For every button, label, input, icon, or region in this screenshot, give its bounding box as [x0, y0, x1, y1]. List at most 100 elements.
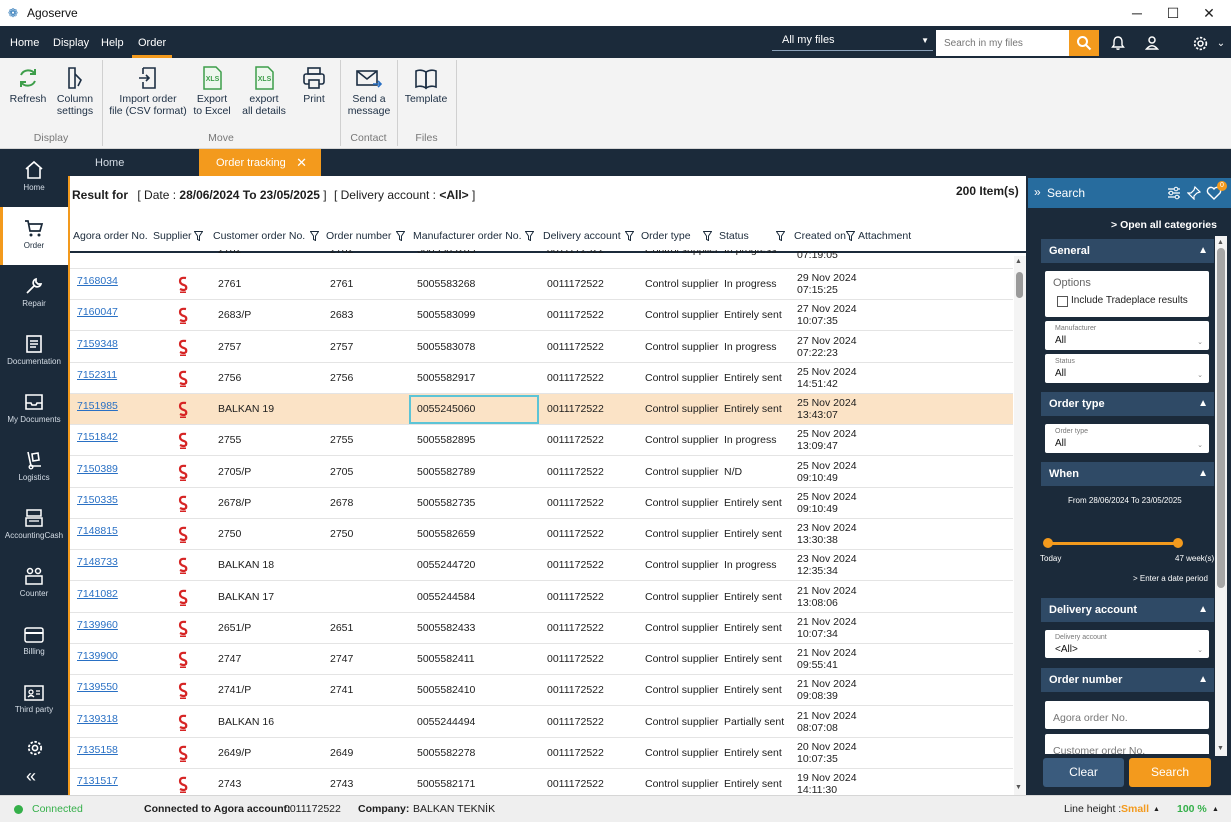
section-order-number[interactable]: Order number ▲ — [1041, 668, 1214, 692]
agora-order-link[interactable]: 7148733 — [77, 550, 118, 581]
agora-order-link[interactable]: 7159348 — [77, 332, 118, 363]
col-manufacturer-order[interactable]: Manufacturer order No. — [413, 224, 522, 251]
table-row[interactable]: 7159348 2757 2757 5005583078 0011172522 Contr… — [70, 332, 1013, 363]
nav-repair[interactable]: Repair — [0, 265, 68, 323]
pin-icon[interactable] — [1187, 186, 1201, 200]
chevron-up-icon[interactable]: ▲ — [1153, 796, 1160, 822]
col-attachment[interactable]: Attachment — [858, 224, 911, 251]
date-slider-end-handle[interactable] — [1173, 538, 1183, 548]
agora-order-link[interactable]: 7150389 — [77, 457, 118, 488]
import-order-button[interactable]: Import order file (CSV format) — [107, 58, 189, 130]
nav-logistics[interactable]: Logistics — [0, 439, 68, 497]
export-all-button[interactable]: XLS export all details — [239, 58, 289, 130]
filter-icon[interactable] — [703, 231, 712, 241]
menu-order[interactable]: Order — [131, 26, 173, 58]
agora-order-link[interactable]: 7160047 — [77, 300, 118, 331]
nav-my-documents[interactable]: My Documents — [0, 381, 68, 439]
order-type-select[interactable]: Order type All ⌄ — [1045, 424, 1209, 453]
agora-order-link[interactable]: 7150335 — [77, 488, 118, 519]
send-message-button[interactable]: Send a message — [345, 58, 393, 130]
settings-button[interactable] — [1188, 31, 1212, 55]
manufacturer-select[interactable]: Manufacturer All ⌄ — [1045, 321, 1209, 350]
close-tab-icon[interactable]: ✕ — [296, 149, 307, 177]
agora-order-link[interactable]: 7141082 — [77, 582, 118, 613]
refresh-button[interactable]: Refresh — [6, 58, 50, 130]
table-row[interactable]: 7148733 BALKAN 18 0055244720 0011172522 Cont… — [70, 550, 1013, 582]
table-row[interactable]: 7148815 2750 2750 5005582659 0011172522 Contr… — [70, 519, 1013, 550]
notifications-button[interactable] — [1106, 31, 1130, 55]
table-scrollbar-thumb[interactable] — [1016, 272, 1023, 298]
agora-order-link[interactable]: 7168034 — [77, 269, 118, 300]
collapse-nav-button[interactable]: « — [26, 767, 44, 786]
agora-order-link[interactable]: 7152311 — [77, 363, 117, 394]
nav-third-party[interactable]: Third party — [0, 671, 68, 729]
agora-order-link[interactable]: 7139318 — [77, 707, 118, 738]
col-agora-order[interactable]: Agora order No. — [73, 224, 148, 251]
table-row[interactable]: 7139318 BALKAN 16 0055244494 0011172522 Cont… — [70, 707, 1013, 738]
filter-icon[interactable] — [396, 231, 405, 241]
global-search-input[interactable] — [936, 30, 1069, 56]
agora-order-link[interactable]: 7148815 — [77, 519, 118, 550]
agora-order-input[interactable]: Agora order No. — [1045, 701, 1209, 729]
tradeplace-checkbox[interactable] — [1057, 296, 1068, 307]
agora-order-link[interactable]: 7151985 — [77, 394, 118, 425]
tab-home[interactable]: Home — [95, 149, 124, 176]
col-status[interactable]: Status — [719, 224, 749, 251]
col-supplier[interactable]: Supplier — [153, 224, 192, 251]
scroll-down-icon[interactable]: ▼ — [1015, 784, 1022, 791]
table-row[interactable]: 7139960 2651/P 2651 5005582433 0011172522 Con… — [70, 613, 1013, 644]
table-row[interactable]: 7135158 2649/P 2649 5005582278 0011172522 Con… — [70, 738, 1013, 769]
menu-home[interactable]: Home — [10, 26, 39, 58]
scroll-down-icon[interactable]: ▼ — [1217, 745, 1224, 752]
enter-date-period-link[interactable]: > Enter a date period — [1133, 574, 1208, 583]
scroll-up-icon[interactable]: ▲ — [1217, 239, 1224, 246]
delivery-account-select[interactable]: Delivery account <All> ⌄ — [1045, 630, 1209, 658]
date-slider-track[interactable] — [1047, 542, 1177, 545]
print-button[interactable]: Print — [296, 58, 332, 130]
filter-icon[interactable] — [625, 231, 634, 241]
filter-icon[interactable] — [310, 231, 319, 241]
agora-order-link[interactable]: 7139900 — [77, 644, 118, 675]
col-customer-order[interactable]: Customer order No. — [213, 224, 305, 251]
filter-icon[interactable] — [525, 231, 534, 241]
table-row-partial[interactable]: 2762 2762 5005583285 0011172522 Control … — [70, 250, 1013, 269]
col-created-on[interactable]: Created on — [794, 224, 846, 251]
table-row[interactable]: 7151985 BALKAN 19 0055245060 0011172522 Cont… — [70, 394, 1013, 425]
menu-display[interactable]: Display — [53, 26, 89, 58]
search-panel-scrollbar-thumb[interactable] — [1217, 248, 1225, 588]
chevron-down-icon[interactable]: ⌄ — [1213, 31, 1229, 55]
table-row[interactable]: 7139900 2747 2747 5005582411 0011172522 Contr… — [70, 644, 1013, 675]
nav-accounting-cash[interactable]: AccountingCash — [0, 497, 68, 555]
nav-counter[interactable]: Counter — [0, 555, 68, 613]
zoom-value[interactable]: 100 % — [1177, 796, 1207, 822]
nav-billing[interactable]: Billing — [0, 613, 68, 671]
sliders-icon[interactable] — [1167, 186, 1181, 200]
nav-settings-button[interactable] — [26, 739, 44, 757]
table-row[interactable]: 7150335 2678/P 2678 5005582735 0011172522 Con… — [70, 488, 1013, 519]
col-order-type[interactable]: Order type — [641, 224, 691, 251]
filter-icon[interactable] — [194, 231, 203, 241]
col-delivery-account[interactable]: Delivery account — [543, 224, 621, 251]
export-excel-button[interactable]: XLS Export to Excel — [192, 58, 232, 130]
open-all-categories-link[interactable]: > Open all categories — [1111, 219, 1217, 231]
date-slider-start-handle[interactable] — [1043, 538, 1053, 548]
section-delivery-account[interactable]: Delivery account ▲ — [1041, 598, 1214, 622]
clear-button[interactable]: Clear — [1043, 758, 1124, 787]
section-when[interactable]: When ▲ — [1041, 462, 1214, 486]
template-button[interactable]: Template — [402, 58, 450, 130]
table-row[interactable]: 7168034 2761 2761 5005583268 0011172522 Contr… — [70, 269, 1013, 300]
agora-order-link[interactable]: 7135158 — [77, 738, 118, 769]
agora-order-link[interactable]: 7139960 — [77, 613, 118, 644]
agora-order-link[interactable]: 7139550 — [77, 675, 118, 706]
close-window-button[interactable]: ✕ — [1186, 0, 1231, 26]
line-height-value[interactable]: Small — [1121, 796, 1149, 822]
table-row[interactable]: 7151842 2755 2755 5005582895 0011172522 Contr… — [70, 425, 1013, 457]
filter-icon[interactable] — [776, 231, 785, 241]
nav-documentation[interactable]: Documentation — [0, 323, 68, 381]
agora-order-link[interactable]: 7151842 — [77, 425, 118, 456]
chevron-up-icon[interactable]: ▲ — [1212, 796, 1219, 822]
table-row[interactable]: 7160047 2683/P 2683 5005583099 0011172522 Con… — [70, 300, 1013, 332]
double-chevron-right-icon[interactable]: » — [1034, 185, 1041, 199]
nav-order[interactable]: Order — [0, 207, 68, 265]
search-button[interactable]: Search — [1129, 758, 1211, 787]
